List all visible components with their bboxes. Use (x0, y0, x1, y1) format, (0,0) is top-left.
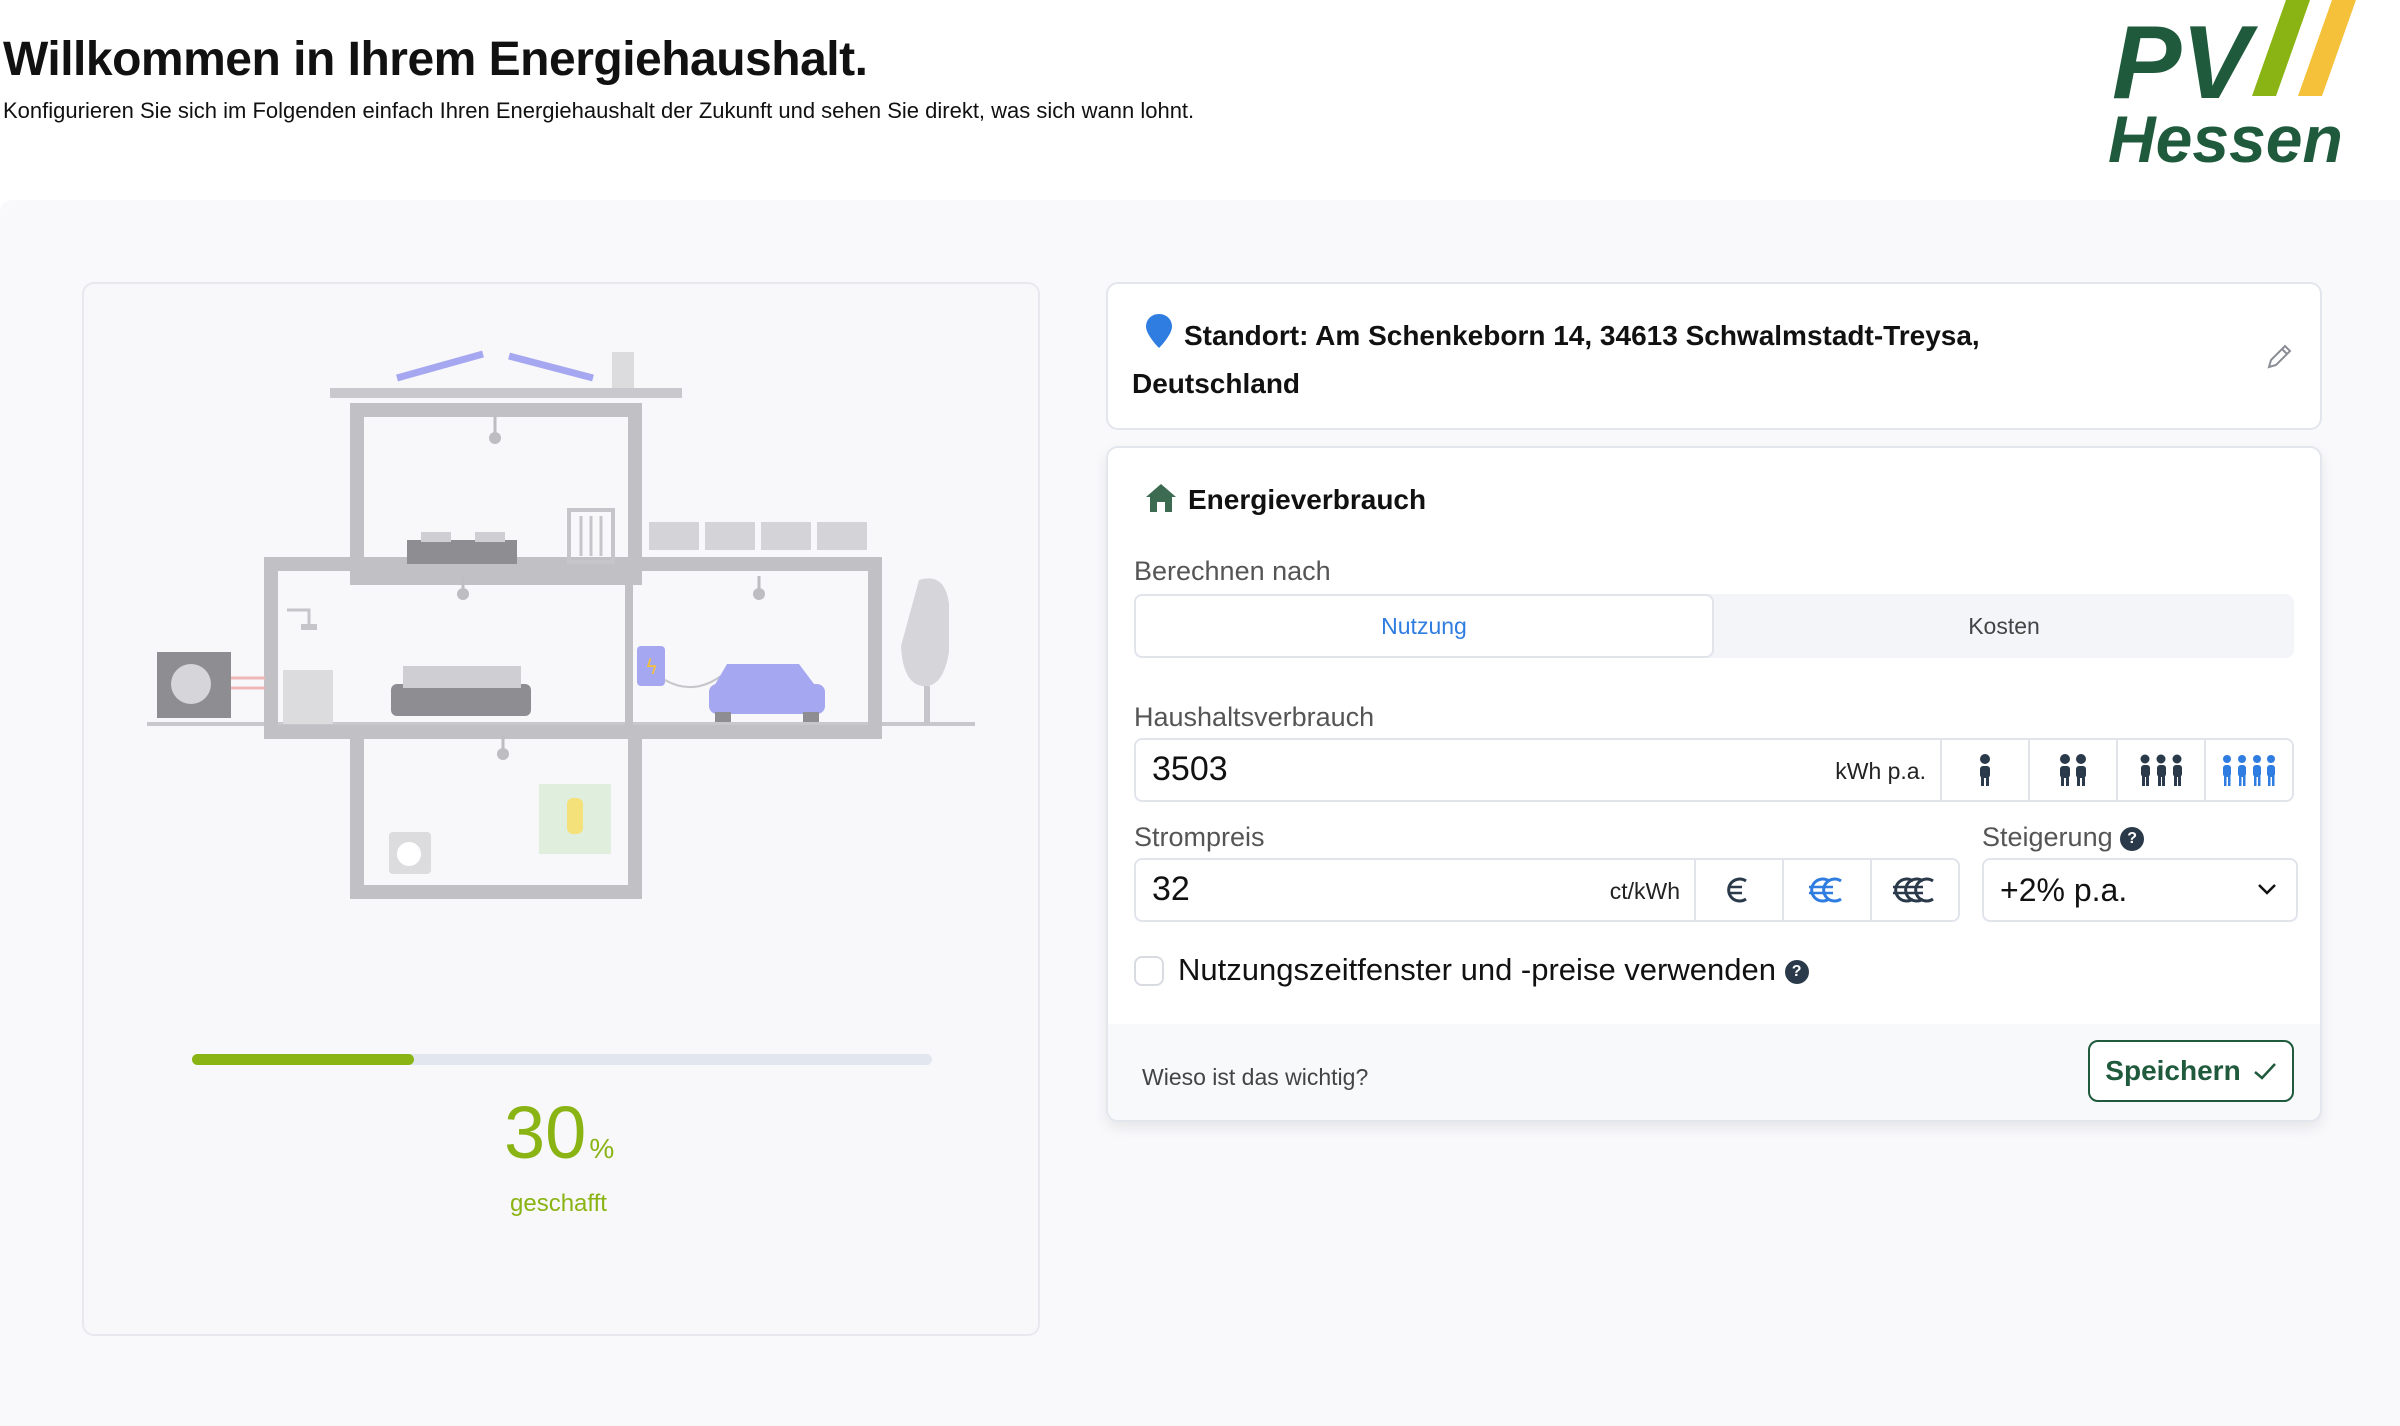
person-2-icon (2060, 754, 2086, 786)
price-input-group: 32 ct/kWh (1134, 858, 1960, 922)
euro-3-icon (1893, 877, 1934, 903)
page-subtitle: Konfigurieren Sie sich im Folgenden einf… (3, 98, 1195, 123)
price-value: 32 (1152, 870, 1190, 908)
progress-track (192, 1054, 932, 1065)
price-level-3-button[interactable] (1870, 860, 1958, 920)
time-window-help-icon[interactable]: ? (1784, 959, 1809, 984)
logo-stripe-green (2252, 0, 2310, 96)
progress-number: 30 (504, 1091, 587, 1174)
person-3-icon (2140, 754, 2182, 786)
page-title: Willkommen in Ihrem Energiehaushalt. (3, 33, 868, 86)
increase-value: +2% p.a. (2000, 872, 2128, 908)
increase-label: Steigerung (1982, 822, 2113, 852)
time-window-label: Nutzungszeitfenster und -preise verwende… (1178, 952, 1776, 987)
calc-label: Berechnen nach (1134, 556, 1331, 586)
energy-consumption-card: Energieverbrauch Berechnen nach Nutzung … (1106, 446, 2322, 1122)
price-label: Strompreis (1134, 822, 1265, 852)
euro-1-icon (1727, 877, 1747, 903)
consumption-label: Haushaltsverbrauch (1134, 702, 1375, 732)
why-important-link[interactable]: Wieso ist das wichtig? (1142, 1064, 1368, 1091)
pv-hessen-logo: PV Hessen (2108, 0, 2356, 170)
person-4-icon (2223, 755, 2275, 786)
household-1-button[interactable] (1940, 740, 2028, 800)
consumption-input[interactable]: 3503 kWh p.a. (1136, 740, 1940, 800)
chevron-down-icon (2258, 884, 2276, 895)
tab-kosten[interactable]: Kosten (1714, 594, 2294, 658)
save-button-label: Speichern (2105, 1055, 2241, 1086)
house-illustration: ϟ (147, 350, 975, 899)
progress-value: 30% (504, 1090, 614, 1175)
pencil-icon[interactable] (2264, 340, 2296, 372)
energy-title: Energieverbrauch (1188, 484, 1427, 515)
logo-text-hessen: Hessen (2108, 102, 2343, 170)
location-card: Standort: Am Schenkeborn 14, 34613 Schwa… (1106, 282, 2322, 430)
increase-label-row: Steigerung ? (1982, 822, 2145, 853)
location-text: Standort: Am Schenkeborn 14, 34613 Schwa… (1132, 320, 1980, 399)
tab-nutzung[interactable]: Nutzung (1134, 594, 1714, 658)
check-icon (2253, 1063, 2276, 1080)
person-1-icon (1980, 754, 1990, 786)
price-level-2-button[interactable] (1782, 860, 1870, 920)
house-icon (1146, 484, 1176, 512)
household-3-button[interactable] (2116, 740, 2204, 800)
logo-stripe-yellow (2298, 0, 2356, 96)
consumption-value: 3503 (1152, 750, 1228, 788)
save-button[interactable]: Speichern (2088, 1040, 2294, 1102)
time-window-checkbox[interactable] (1134, 956, 1164, 986)
calc-mode-toggle: Nutzung Kosten (1134, 594, 2294, 658)
consumption-input-group: 3503 kWh p.a. (1134, 738, 2294, 802)
price-level-1-button[interactable] (1694, 860, 1782, 920)
progress-fill (192, 1054, 414, 1065)
euro-2-icon (1809, 877, 1842, 903)
increase-help-icon[interactable]: ? (2120, 826, 2145, 851)
household-2-button[interactable] (2028, 740, 2116, 800)
consumption-unit: kWh p.a. (1835, 758, 1926, 784)
time-window-label-row: Nutzungszeitfenster und -preise verwende… (1178, 952, 1809, 988)
price-input[interactable]: 32 ct/kWh (1136, 860, 1694, 920)
household-4-button[interactable] (2204, 740, 2292, 800)
progress-label: geschafft (510, 1190, 607, 1217)
progress-unit: % (589, 1133, 615, 1164)
price-unit: ct/kWh (1609, 878, 1680, 904)
svg-text:ϟ: ϟ (645, 655, 658, 679)
card-footer: Wieso ist das wichtig? Speichern (1108, 1024, 2320, 1120)
increase-select[interactable]: +2% p.a. (1982, 858, 2298, 922)
